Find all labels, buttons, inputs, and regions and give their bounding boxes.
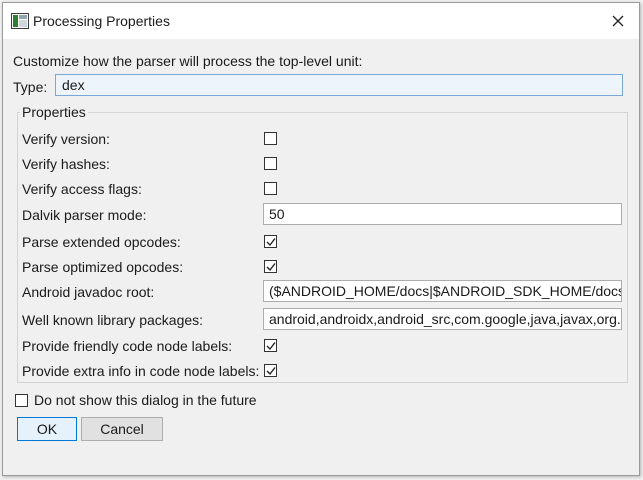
title-bar[interactable]: Processing Properties (3, 3, 639, 39)
parse-optimized-opcodes-checkbox[interactable] (264, 260, 277, 273)
checkmark-icon (266, 263, 276, 272)
android-javadoc-root-label: Android javadoc root: (22, 284, 155, 300)
verify-version-label: Verify version: (22, 131, 110, 147)
verify-version-checkbox[interactable] (264, 132, 277, 145)
friendly-code-node-labels-label: Provide friendly code node labels: (22, 338, 233, 354)
android-javadoc-root-input[interactable]: ($ANDROID_HOME/docs|$ANDROID_SDK_HOME/do… (263, 280, 622, 302)
verify-hashes-label: Verify hashes: (22, 156, 110, 172)
close-button[interactable] (603, 7, 633, 35)
extra-info-code-node-labels-checkbox[interactable] (264, 364, 277, 377)
dont-show-again-checkbox[interactable] (15, 394, 28, 407)
cancel-button[interactable]: Cancel (81, 417, 163, 441)
app-icon (11, 13, 29, 29)
verify-access-flags-label: Verify access flags: (22, 181, 142, 197)
type-field[interactable]: dex (55, 74, 623, 96)
well-known-library-packages-label: Well known library packages: (22, 312, 204, 328)
dalvik-parser-mode-label: Dalvik parser mode: (22, 207, 147, 223)
checkmark-icon (266, 238, 276, 247)
verify-hashes-checkbox[interactable] (264, 157, 277, 170)
dont-show-again-label[interactable]: Do not show this dialog in the future (34, 392, 257, 408)
parse-optimized-opcodes-label: Parse optimized opcodes: (22, 259, 184, 275)
close-icon (612, 15, 624, 27)
extra-info-code-node-labels-label: Provide extra info in code node labels: (22, 363, 260, 379)
ok-button[interactable]: OK (17, 417, 77, 441)
parse-extended-opcodes-label: Parse extended opcodes: (22, 234, 181, 250)
dialog-description: Customize how the parser will process th… (13, 53, 363, 69)
properties-group: Properties Verify version: Verify hashes… (17, 104, 628, 383)
well-known-library-packages-input[interactable]: android,androidx,android_src,com.google,… (263, 308, 622, 330)
checkmark-icon (266, 342, 276, 351)
type-label: Type: (13, 79, 48, 95)
properties-group-title: Properties (20, 104, 88, 120)
verify-access-flags-checkbox[interactable] (264, 182, 277, 195)
processing-properties-dialog: Processing Properties Customize how the … (2, 2, 640, 476)
friendly-code-node-labels-checkbox[interactable] (264, 339, 277, 352)
checkmark-icon (266, 367, 276, 376)
dalvik-parser-mode-input[interactable]: 50 (263, 203, 622, 225)
parse-extended-opcodes-checkbox[interactable] (264, 235, 277, 248)
window-title: Processing Properties (33, 13, 170, 29)
